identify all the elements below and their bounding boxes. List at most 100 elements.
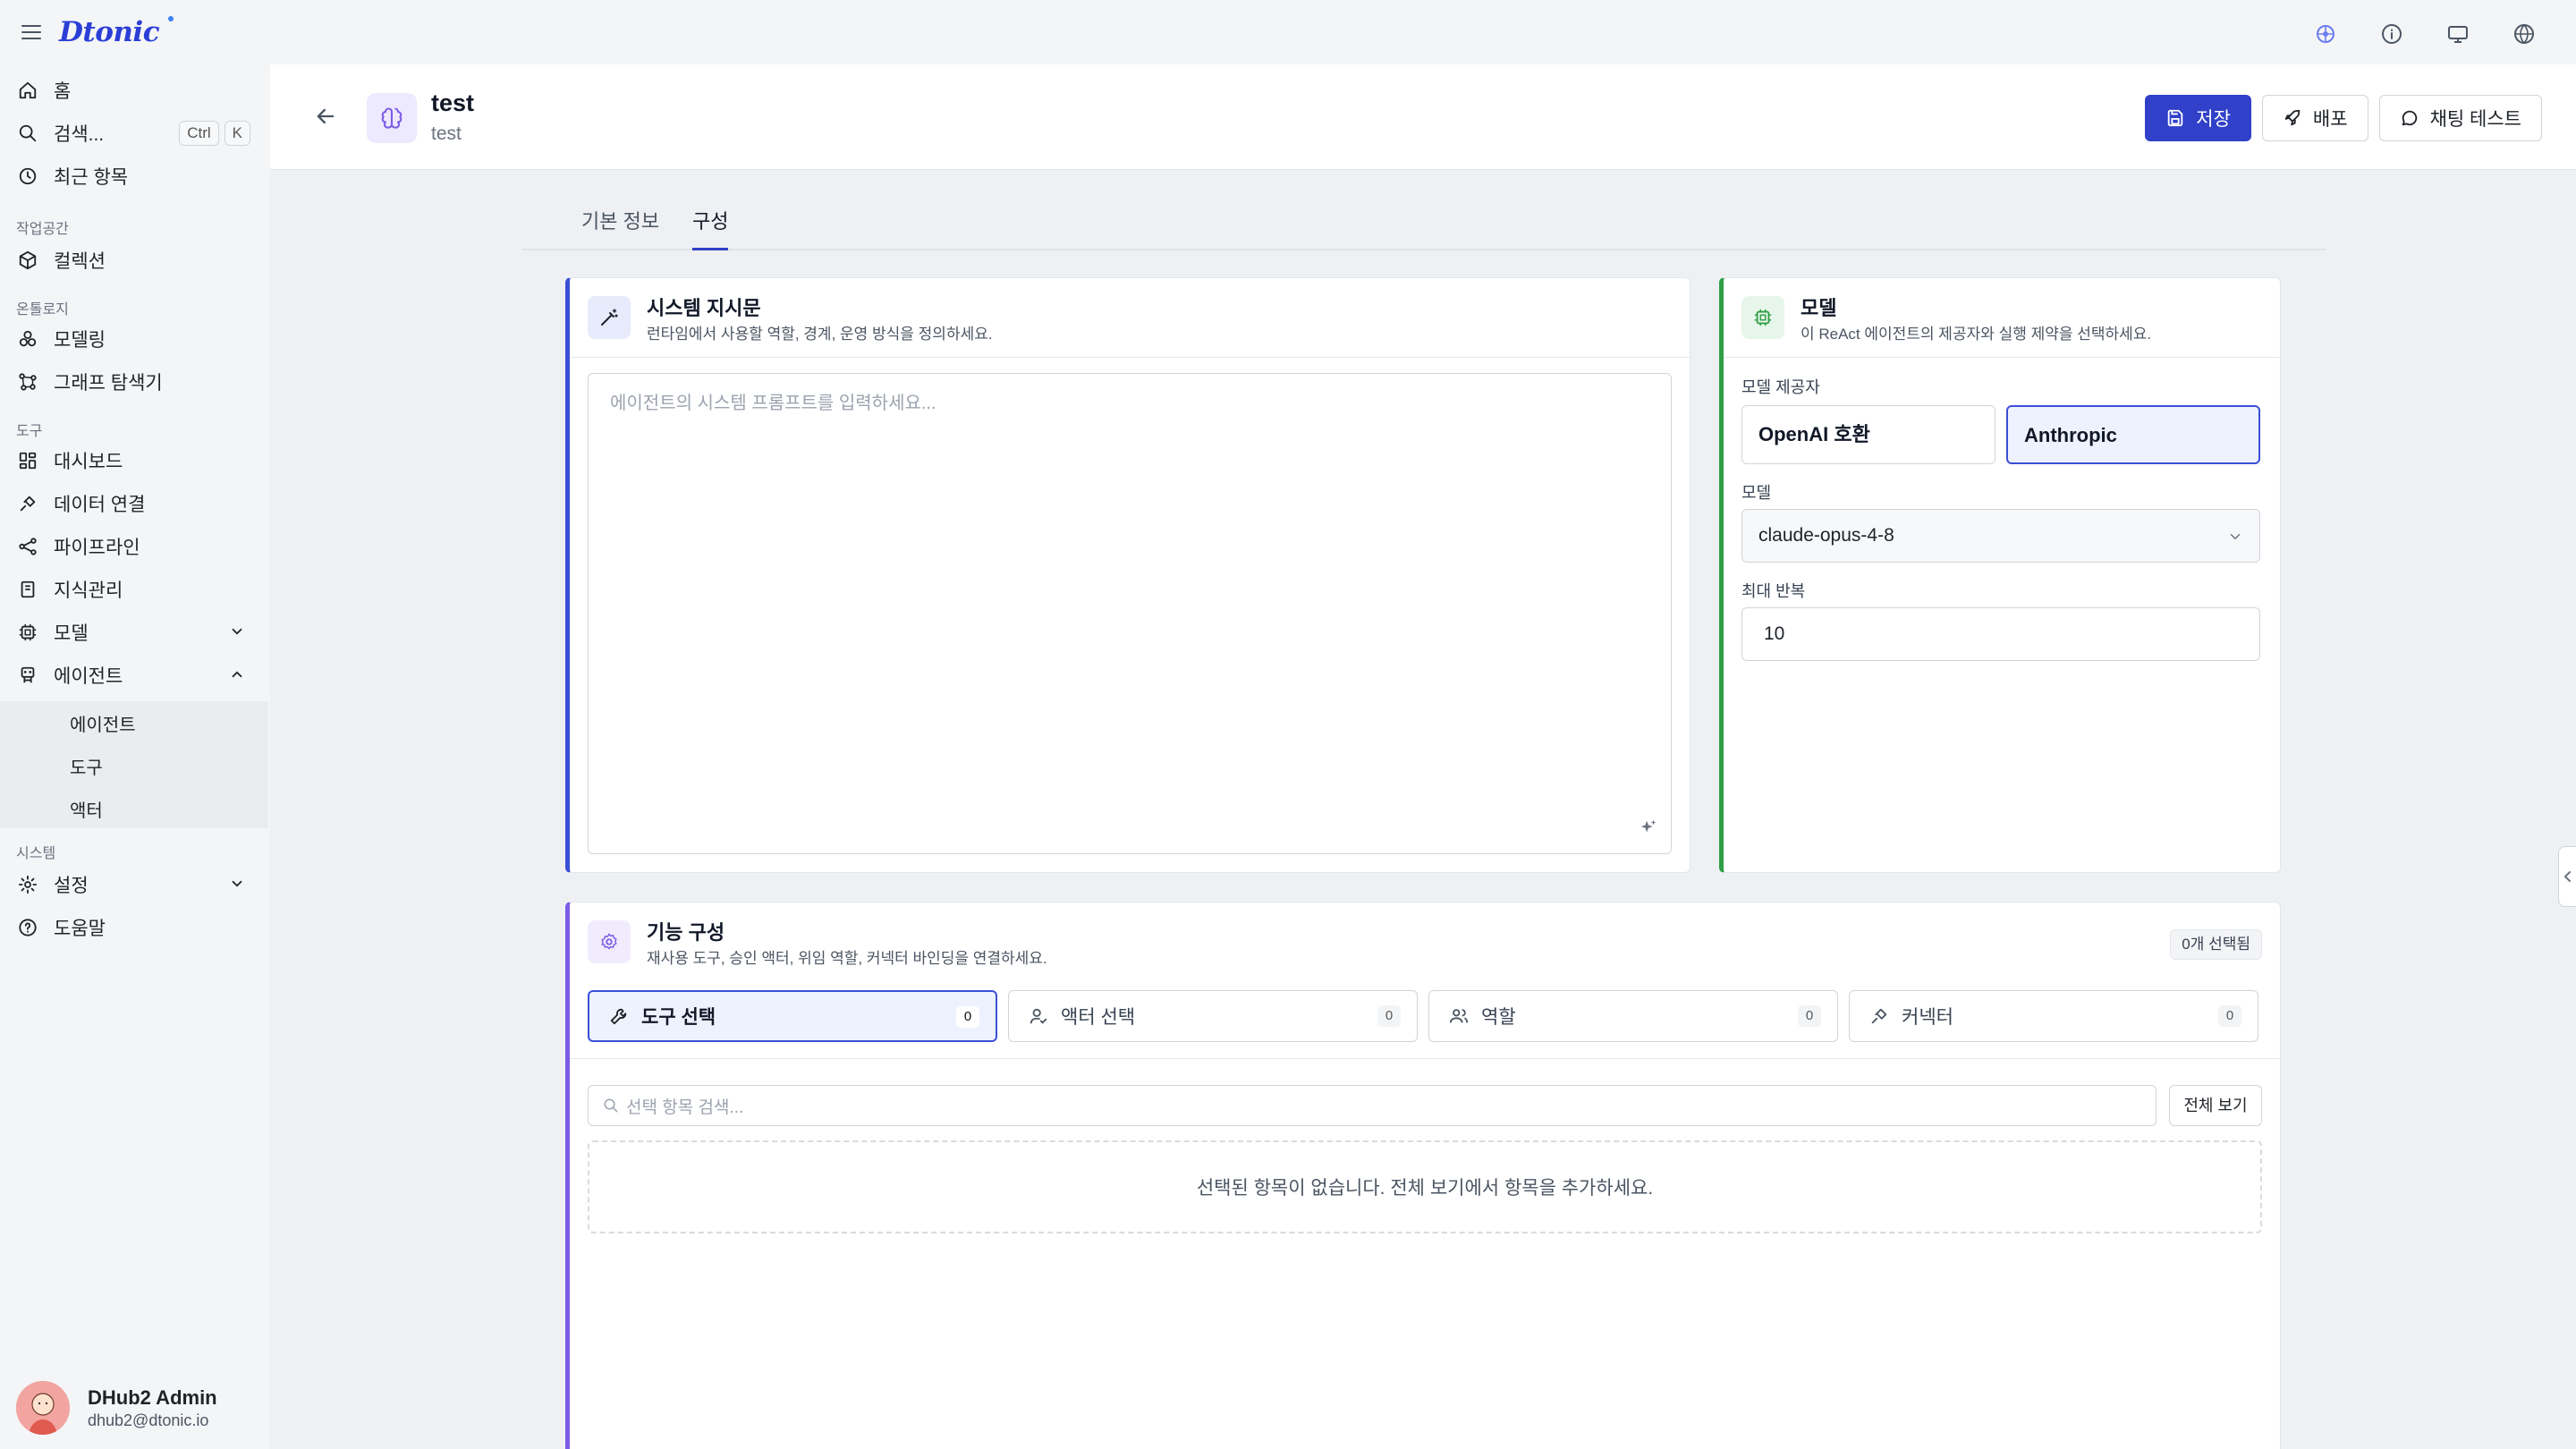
tab-bar: 기본 정보 구성 xyxy=(522,204,2326,250)
card-title: 기능 구성 xyxy=(647,921,725,944)
segment-count: 0 xyxy=(956,1006,979,1028)
segment-tools[interactable]: 도구 선택 0 xyxy=(588,990,997,1042)
sidebar-item-data-connection[interactable]: 데이터 연결 xyxy=(0,483,268,524)
page-header: test test 저장 배포 채팅 테스트 xyxy=(270,64,2576,170)
user-profile[interactable]: DHub2 Admin dhub2@dtonic.io xyxy=(16,1381,217,1435)
search-icon xyxy=(603,1097,619,1114)
wrench-icon xyxy=(607,1004,631,1028)
view-all-button[interactable]: 전체 보기 xyxy=(2169,1085,2262,1126)
tab-configuration[interactable]: 구성 xyxy=(692,204,729,250)
segment-count: 0 xyxy=(1377,1005,1401,1027)
model-card: 모델 이 ReAct 에이전트의 제공자와 실행 제약을 선택하세요. 모델 제… xyxy=(1719,277,2281,873)
selected-count-badge: 0개 선택됨 xyxy=(2170,929,2262,960)
segment-connectors[interactable]: 커넥터 0 xyxy=(1849,990,2258,1042)
segment-actors[interactable]: 액터 선택 0 xyxy=(1008,990,1418,1042)
empty-state-text: 선택된 항목이 없습니다. 전체 보기에서 항목을 추가하세요. xyxy=(1196,1178,1654,1199)
segment-label: 커넥터 xyxy=(1902,1007,1953,1028)
sidebar-item-home[interactable]: 홈 xyxy=(0,70,268,111)
system-prompt-textarea[interactable]: 에이전트의 시스템 프롬프트를 입력하세요... xyxy=(588,373,1672,854)
section-label-ontology: 온톨로지 xyxy=(16,302,69,318)
chevron-up-icon[interactable] xyxy=(229,666,245,682)
chat-test-button[interactable]: 채팅 테스트 xyxy=(2378,95,2542,141)
sidebar-item-label: 에이전트 xyxy=(54,666,123,687)
gear-icon xyxy=(16,873,39,896)
sidebar-item-model[interactable]: 모델 xyxy=(0,612,268,653)
box-icon xyxy=(16,249,39,272)
max-iterations-label: 최대 반복 xyxy=(1741,582,1806,600)
section-label-workspace: 작업공간 xyxy=(16,222,69,237)
sidebar-item-search[interactable]: 검색... Ctrl K xyxy=(0,113,268,154)
deploy-button[interactable]: 배포 xyxy=(2261,95,2368,141)
users-icon xyxy=(1447,1004,1470,1028)
sidebar-item-recent[interactable]: 최근 항목 xyxy=(0,156,268,197)
help-icon xyxy=(16,916,39,939)
save-icon xyxy=(2165,108,2185,128)
selection-search-input[interactable]: 선택 항목 검색... xyxy=(588,1085,2157,1126)
network-icon[interactable] xyxy=(2309,18,2342,50)
back-arrow-icon[interactable] xyxy=(313,104,340,131)
chevron-down-icon[interactable] xyxy=(229,623,245,640)
sidebar-item-label: 그래프 탐색기 xyxy=(54,373,163,394)
tab-basic-info[interactable]: 기본 정보 xyxy=(581,204,659,250)
robot-icon xyxy=(16,664,39,687)
textarea-placeholder: 에이전트의 시스템 프롬프트를 입력하세요... xyxy=(610,394,936,413)
sidebar-item-settings[interactable]: 설정 xyxy=(0,864,268,905)
monitor-icon[interactable] xyxy=(2442,18,2474,50)
max-iterations-input[interactable]: 10 xyxy=(1741,607,2260,661)
brain-icon xyxy=(367,93,417,143)
card-description: 이 ReAct 에이전트의 제공자와 실행 제약을 선택하세요. xyxy=(1801,326,2152,343)
shortcut-key: Ctrl xyxy=(179,121,219,146)
sidebar-item-label: 모델링 xyxy=(54,330,106,351)
model-select[interactable]: claude-opus-4-8 xyxy=(1741,509,2260,563)
segment-label: 액터 선택 xyxy=(1061,1007,1136,1028)
app-logo[interactable]: Dtonic xyxy=(59,16,160,48)
sidebar-item-pipeline[interactable]: 파이프라인 xyxy=(0,526,268,567)
empty-state: 선택된 항목이 없습니다. 전체 보기에서 항목을 추가하세요. xyxy=(588,1140,2262,1233)
provider-openai-button[interactable]: OpenAI 호환 xyxy=(1741,405,1996,464)
sparkle-icon[interactable] xyxy=(1639,818,1658,837)
system-prompt-card: 시스템 지시문 런타임에서 사용할 역할, 경계, 운영 방식을 정의하세요. … xyxy=(565,277,1690,873)
sidebar-item-label: 검색... xyxy=(54,124,105,145)
sidebar-item-label: 데이터 연결 xyxy=(54,495,146,515)
sidebar-item-agent[interactable]: 에이전트 xyxy=(0,655,268,696)
sidebar-item-label: 파이프라인 xyxy=(54,538,140,558)
info-icon[interactable] xyxy=(2376,18,2408,50)
globe-icon[interactable] xyxy=(2508,18,2540,50)
divider xyxy=(1724,357,2280,358)
chevron-down-icon[interactable] xyxy=(229,876,245,892)
user-email: dhub2@dtonic.io xyxy=(88,1411,209,1429)
sidebar-subitem-actor[interactable]: 액터 xyxy=(70,796,103,822)
card-description: 재사용 도구, 승인 액터, 위임 역할, 커넥터 바인딩을 연결하세요. xyxy=(647,950,1047,967)
model-label: 모델 xyxy=(1741,484,1772,502)
sidebar-item-label: 컬렉션 xyxy=(54,251,106,272)
logo-dot xyxy=(168,16,174,21)
agent-submenu: 에이전트 도구 액터 xyxy=(0,701,268,828)
sidebar-item-collections[interactable]: 컬렉션 xyxy=(0,240,268,281)
shapes-icon xyxy=(16,327,39,351)
card-title: 모델 xyxy=(1801,297,1837,319)
chip-icon xyxy=(1741,296,1784,339)
save-button[interactable]: 저장 xyxy=(2145,95,2251,141)
sidebar-item-label: 모델 xyxy=(54,623,89,644)
sidebar-subitem-agent[interactable]: 에이전트 xyxy=(70,710,136,736)
sidebar-subitem-tools[interactable]: 도구 xyxy=(70,753,103,779)
divider xyxy=(570,357,1690,358)
segment-count: 0 xyxy=(1798,1005,1821,1027)
dashboard-icon xyxy=(16,449,39,472)
segment-roles[interactable]: 역할 0 xyxy=(1428,990,1838,1042)
sidebar-item-modeling[interactable]: 모델링 xyxy=(0,318,268,360)
chip-icon xyxy=(16,621,39,644)
sidebar-item-label: 최근 항목 xyxy=(54,167,129,188)
provider-anthropic-button[interactable]: Anthropic xyxy=(2006,405,2260,464)
sidebar-item-help[interactable]: 도움말 xyxy=(0,907,268,948)
section-label-system: 시스템 xyxy=(16,846,56,861)
menu-icon[interactable] xyxy=(18,20,45,45)
segment-count: 0 xyxy=(2218,1005,2241,1027)
sidebar-item-knowledge[interactable]: 지식관리 xyxy=(0,569,268,610)
sidebar-item-graph-explorer[interactable]: 그래프 탐색기 xyxy=(0,361,268,402)
sidebar-item-label: 홈 xyxy=(54,81,72,102)
book-icon xyxy=(16,578,39,601)
share-icon xyxy=(16,535,39,558)
sidebar-item-dashboard[interactable]: 대시보드 xyxy=(0,440,268,481)
collapse-panel-handle[interactable] xyxy=(2558,846,2576,907)
